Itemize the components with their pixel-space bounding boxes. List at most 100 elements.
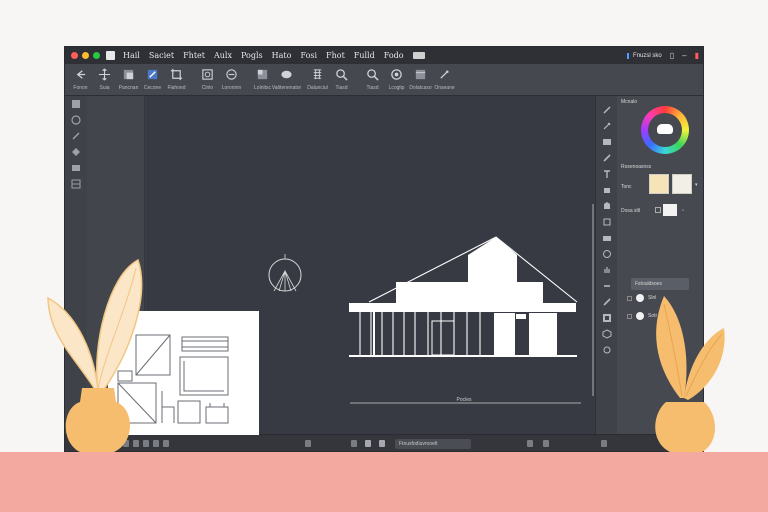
tool-brush[interactable]: Cecone: [141, 64, 164, 94]
tool-search[interactable]: Tiasd: [330, 64, 353, 94]
right-tool-13[interactable]: [596, 294, 618, 310]
tool-zoom[interactable]: Dalunciul: [306, 64, 329, 94]
shape-tool-icon: [257, 69, 268, 80]
right-tool-5[interactable]: [596, 166, 618, 182]
tool-label: Lcoglip: [388, 85, 405, 91]
tool-label: Pancnan: [118, 85, 139, 91]
text-icon: [604, 170, 610, 178]
option-checkbox-2[interactable]: [627, 313, 632, 319]
left-tool-image[interactable]: [65, 160, 87, 176]
search-icon: [336, 69, 348, 81]
status-icon-15[interactable]: [543, 440, 549, 447]
left-tool-select[interactable]: [65, 96, 87, 112]
size-field[interactable]: [663, 204, 677, 216]
menu-fosi[interactable]: Fosi: [300, 51, 317, 60]
right-tool-14[interactable]: [596, 310, 618, 326]
left-tool-layers[interactable]: [65, 176, 87, 192]
chevron-down-icon[interactable]: ▾: [695, 182, 698, 188]
right-tool-9[interactable]: [596, 230, 618, 246]
right-tool-10[interactable]: [596, 246, 618, 262]
tool-move[interactable]: Suia: [93, 64, 116, 94]
menu-fhot[interactable]: Fhot: [326, 51, 345, 60]
right-tool-4[interactable]: [596, 150, 618, 166]
right-tool-15[interactable]: [596, 326, 618, 342]
size-checkbox[interactable]: [655, 207, 661, 213]
tool-grid[interactable]: Vatitenenator: [272, 64, 301, 94]
plant-left: [44, 256, 148, 452]
tool-shape-tool[interactable]: Lolnitsc: [251, 64, 274, 94]
tool-label: Dalunciul: [307, 85, 328, 91]
select-icon: [72, 100, 80, 108]
minimize-window-button[interactable]: [82, 52, 89, 59]
tool-label: Suia: [99, 85, 110, 91]
target-icon: [391, 69, 402, 80]
status-field[interactable]: Ftnusfodiuvrooelt: [395, 439, 471, 449]
tool-target[interactable]: Lcoglip: [385, 64, 408, 94]
pen-icon: [72, 132, 80, 140]
document-icon: [106, 51, 115, 60]
right-tool-16[interactable]: [596, 342, 618, 358]
tool-crop[interactable]: Flahoed: [165, 64, 188, 94]
maximize-window-button[interactable]: [93, 52, 100, 59]
menu-fulld[interactable]: Fulld: [354, 51, 375, 60]
right-tool-7[interactable]: [596, 198, 618, 214]
arrow-left-icon: [76, 70, 86, 79]
status-icon-11[interactable]: [351, 440, 357, 447]
right-tool-1[interactable]: [596, 102, 618, 118]
tool-transform[interactable]: Clnlo: [196, 64, 219, 94]
right-tool-2[interactable]: [596, 118, 618, 134]
close-icon[interactable]: ▮: [695, 51, 699, 60]
pencil-icon: [603, 154, 611, 162]
stamp-icon: [603, 218, 611, 226]
status-icon-10[interactable]: [163, 440, 169, 447]
tool-label: Loroninn: [221, 85, 242, 91]
tool-back[interactable]: Fonon: [69, 64, 92, 94]
crop-icon: [170, 68, 183, 81]
right-tool-8[interactable]: [596, 214, 618, 230]
minimize-icon[interactable]: –: [682, 51, 686, 60]
status-icon-16[interactable]: [601, 440, 607, 447]
right-tool-12[interactable]: [596, 278, 618, 294]
tool-label: Lolnitsc: [254, 85, 271, 91]
option-checkbox-1[interactable]: [627, 295, 632, 301]
right-tool-6[interactable]: [596, 182, 618, 198]
close-window-button[interactable]: [71, 52, 78, 59]
right-tool-3[interactable]: [596, 134, 618, 150]
status-icon-12[interactable]: [365, 440, 371, 447]
tool-shape[interactable]: Pancnan: [117, 64, 140, 94]
compass-icon: [268, 254, 302, 292]
status-icon-9[interactable]: [153, 440, 159, 447]
restore-icon[interactable]: ▯: [670, 51, 674, 60]
tool-layers[interactable]: Loroninn: [220, 64, 243, 94]
dimension-label: Pocles: [456, 397, 472, 403]
tool-label: Tiasd: [335, 85, 348, 91]
swatch-secondary[interactable]: [672, 174, 692, 194]
action-button[interactable]: Fstouldsoes: [631, 278, 689, 290]
plant-right: [642, 290, 726, 452]
pencil-icon: [603, 298, 611, 306]
swatch-primary[interactable]: [649, 174, 669, 194]
menu-saciet[interactable]: Saciet: [149, 51, 174, 60]
status-icon-14[interactable]: [527, 440, 533, 447]
left-tool-pen[interactable]: [65, 128, 87, 144]
tool-pen[interactable]: Onseane: [433, 64, 456, 94]
menu-hail[interactable]: Hail: [123, 51, 140, 60]
color-wheel[interactable]: [641, 106, 689, 154]
menu-fodo[interactable]: Fodo: [384, 51, 404, 60]
left-tool-shape[interactable]: [65, 144, 87, 160]
tool-window[interactable]: Dolatcaso: [409, 64, 432, 94]
document-name: Fnuzsl sko: [627, 52, 662, 59]
cube-icon: [602, 329, 612, 339]
menu-pogls[interactable]: Pogls: [241, 51, 263, 60]
window-menu-icon[interactable]: [412, 52, 425, 59]
tool-label: Onseane: [434, 85, 455, 91]
status-icon-13[interactable]: [379, 440, 385, 447]
right-tool-11[interactable]: [596, 262, 618, 278]
menu-aulx[interactable]: Aulx: [214, 51, 232, 60]
shape-icon: [123, 69, 134, 80]
tool-search-2[interactable]: Tiasd: [361, 64, 384, 94]
left-tool-lasso[interactable]: [65, 112, 87, 128]
prev-page-icon[interactable]: [305, 440, 311, 447]
menu-hato[interactable]: Hato: [272, 51, 292, 60]
menu-fhtet[interactable]: Fhtet: [183, 51, 205, 60]
